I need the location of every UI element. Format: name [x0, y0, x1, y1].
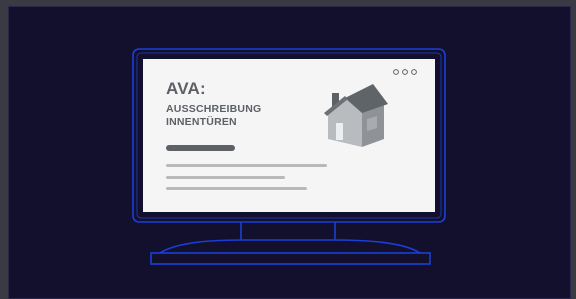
text-line-3 [166, 187, 307, 190]
monitor-base [150, 252, 431, 265]
subtitle-line-1: AUSSCHREIBUNG [166, 103, 262, 115]
text-line-2 [166, 176, 285, 179]
subtitle: AUSSCHREIBUNG INNENTÜREN [166, 103, 306, 129]
subtitle-line-2: INNENTÜREN [166, 116, 237, 128]
monitor-stand [159, 239, 421, 254]
text-line-1 [166, 164, 327, 167]
house-icon [324, 84, 388, 147]
page-title: AVA: [166, 79, 206, 98]
monitor-neck [240, 222, 336, 240]
monitor-illustration [132, 48, 446, 265]
accent-bar [166, 145, 235, 151]
